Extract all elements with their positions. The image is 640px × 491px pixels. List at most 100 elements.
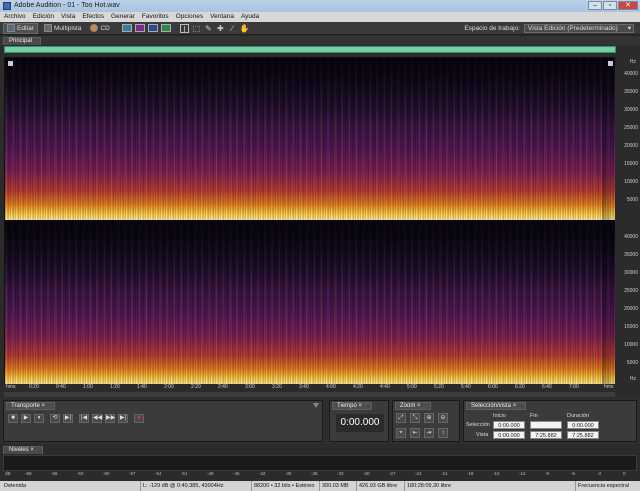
close-icon[interactable]: ×: [358, 403, 362, 409]
workspace-switcher: Espacio de trabajo: Vista Edición (Prede…: [464, 24, 634, 33]
menu-favoritos[interactable]: Favoritos: [142, 12, 169, 22]
tab-niveles[interactable]: Niveles ×: [3, 446, 43, 454]
play-to-end-button[interactable]: ▶|: [63, 414, 73, 423]
frequency-axis: Hz 40000 35000 30000 25000 20000 15000 1…: [615, 57, 640, 384]
close-icon[interactable]: ×: [30, 447, 34, 453]
tab-tiempo[interactable]: Tiempo ×: [332, 402, 372, 410]
db-label: -39: [285, 471, 292, 476]
go-to-end-button[interactable]: ▶|: [118, 414, 128, 423]
selection-start-field[interactable]: 0:00.000: [493, 421, 525, 429]
workspace-select[interactable]: Vista Edición (Predeterminado): [524, 24, 634, 33]
bottom-panels: Transporte × ■ ▶ ⏸ ⟲ ▶| |◀ ◀◀ ▶▶ ▶| ● Ti…: [0, 398, 640, 444]
zoom-right-edge-icon[interactable]: ⇥: [424, 428, 434, 438]
file-size: 300.03 MB: [319, 481, 351, 491]
db-scale: dB -69 -66 -63 -60 -57 -54 -51 -48 -45 -…: [3, 471, 637, 478]
close-icon[interactable]: ×: [513, 403, 517, 409]
fast-forward-button[interactable]: ▶▶: [105, 414, 115, 423]
db-label: -48: [207, 471, 214, 476]
close-button[interactable]: ✕: [618, 1, 638, 10]
end-header: Fin: [530, 413, 538, 419]
waveform-overview-bar[interactable]: [4, 46, 616, 53]
rewind-button[interactable]: ◀◀: [92, 414, 102, 423]
stop-button[interactable]: ■: [8, 414, 18, 423]
spectral-phase-icon[interactable]: [160, 24, 171, 32]
marquee-tool-icon[interactable]: ⬚: [192, 24, 201, 33]
selection-end-field[interactable]: [530, 421, 562, 429]
db-label: -3: [597, 471, 602, 476]
zoom-out-vertical-icon[interactable]: ↕: [438, 428, 448, 438]
brush-tool-icon[interactable]: ∕: [228, 24, 237, 33]
horizontal-scrollbar[interactable]: [4, 392, 615, 397]
tab-zoom[interactable]: Zoom ×: [395, 402, 431, 410]
transport-state: Detenida: [4, 483, 27, 489]
hz-tick-label: 15000: [624, 324, 638, 330]
time-tick-label: 5:00: [407, 384, 417, 390]
view-duration-field[interactable]: 7:25.882: [567, 431, 599, 439]
maximize-button[interactable]: ▫: [603, 1, 617, 10]
menu-archivo[interactable]: Archivo: [4, 12, 26, 22]
level-meter: [3, 455, 637, 471]
main-panel-tabs: Principal: [0, 36, 640, 45]
workspace-label: Espacio de trabajo:: [464, 25, 520, 32]
waveform-view-icon[interactable]: [121, 24, 132, 32]
selection-duration-field[interactable]: 0:00.000: [567, 421, 599, 429]
record-button[interactable]: ●: [134, 414, 144, 423]
hz-unit-label: Hz: [629, 376, 636, 382]
spectral-frequency-icon[interactable]: [134, 24, 145, 32]
time-tick-label: 5:20: [434, 384, 444, 390]
menu-edicion[interactable]: Edición: [33, 12, 54, 22]
zoom-left-edge-icon[interactable]: ⇤: [410, 428, 420, 438]
minimize-button[interactable]: –: [588, 1, 602, 10]
zoom-out-full-icon[interactable]: ⊕: [424, 413, 434, 423]
tab-transporte[interactable]: Transporte ×: [6, 402, 55, 410]
zoom-in-horizontal-icon[interactable]: ⤢: [396, 413, 406, 423]
channel-corner-icon: [608, 61, 613, 66]
view-start-field[interactable]: 0:00.000: [493, 431, 525, 439]
spectral-display[interactable]: [4, 57, 616, 385]
menu-ventana[interactable]: Ventana: [210, 12, 234, 22]
transport-tab-label: Transporte: [11, 403, 40, 409]
multitrack-label: Multipista: [53, 24, 82, 32]
menu-ayuda[interactable]: Ayuda: [241, 12, 259, 22]
zoom-out-horizontal-icon[interactable]: ⤡: [410, 413, 420, 423]
menu-vista[interactable]: Vista: [61, 12, 75, 22]
tab-principal[interactable]: Principal: [3, 37, 42, 45]
panel-menu-icon[interactable]: [313, 403, 319, 408]
pause-button[interactable]: ⏸: [34, 414, 44, 423]
menu-efectos[interactable]: Efectos: [82, 12, 104, 22]
scrub-tool-icon[interactable]: ✋: [240, 24, 250, 33]
spot-healing-tool-icon[interactable]: ✚: [216, 24, 225, 33]
edit-view-button[interactable]: Editar: [3, 22, 38, 34]
menu-opciones[interactable]: Opciones: [176, 12, 203, 22]
spectral-pan-icon[interactable]: [147, 24, 158, 32]
right-channel-spectrogram[interactable]: [5, 223, 616, 385]
selection-view-panel: Selección/vista × Inicio Fin Duración Se…: [463, 400, 637, 442]
db-label: -45: [233, 471, 240, 476]
left-channel-spectrogram[interactable]: [5, 58, 616, 220]
hz-tick-label: 20000: [624, 143, 638, 149]
window-controls: – ▫ ✕: [588, 1, 638, 10]
lasso-tool-icon[interactable]: ✎: [204, 24, 213, 33]
close-icon[interactable]: ×: [417, 403, 421, 409]
time-tick-label: 4:40: [380, 384, 390, 390]
loop-button[interactable]: ⟲: [50, 414, 60, 423]
zoom-in-vertical-icon[interactable]: ⊖: [438, 413, 448, 423]
close-icon[interactable]: ×: [41, 403, 45, 409]
cd-view-button[interactable]: CD: [87, 23, 112, 34]
tab-seleccion-vista[interactable]: Selección/vista ×: [466, 402, 527, 410]
db-label: -21: [441, 471, 448, 476]
hz-tick-label: 30000: [624, 270, 638, 276]
view-end-field[interactable]: 7:25.882: [530, 431, 562, 439]
time-tick-label: 4:20: [353, 384, 363, 390]
time-ruler[interactable]: hms 0:20 0:40 1:00 1:20 1:40 2:00 2:20 2…: [0, 384, 640, 392]
menu-generar[interactable]: Generar: [111, 12, 135, 22]
hz-tick-label: 30000: [624, 107, 638, 113]
db-label: -27: [389, 471, 396, 476]
go-to-start-button[interactable]: |◀: [79, 414, 89, 423]
time-selection-tool-icon[interactable]: I: [179, 23, 189, 34]
time-tab-label: Tiempo: [337, 403, 357, 409]
multitrack-view-button[interactable]: Multipista: [41, 23, 84, 34]
status-bar: Detenida L: -129 dB @ 0:40.385, 43004Hz …: [0, 481, 640, 491]
play-button[interactable]: ▶: [21, 414, 31, 423]
zoom-selection-icon[interactable]: ⌖: [396, 428, 406, 438]
